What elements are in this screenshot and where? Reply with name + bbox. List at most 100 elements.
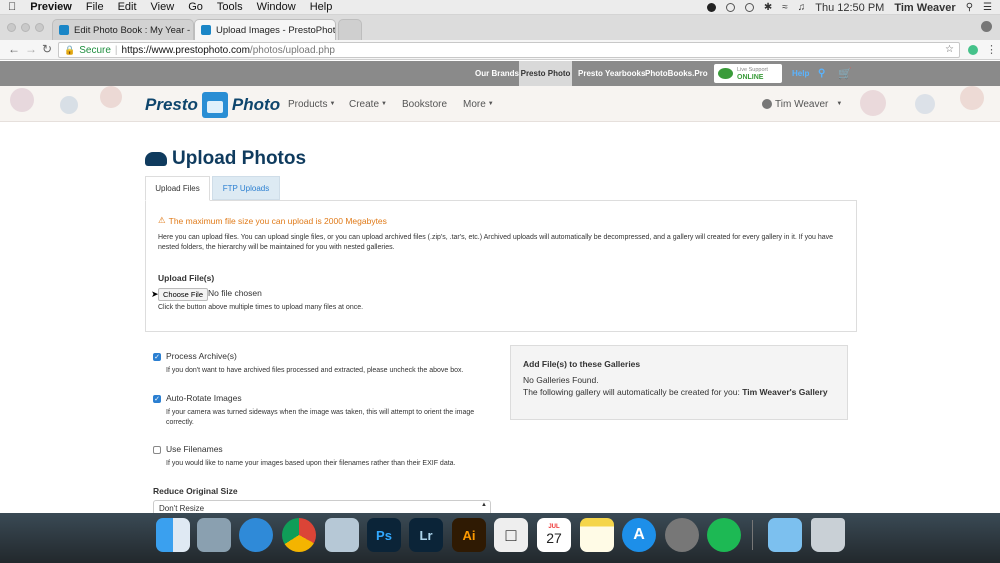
url-host: https://www.prestophoto.com xyxy=(121,44,250,56)
trash-icon[interactable] xyxy=(811,518,845,552)
tab-ftp-uploads-label: FTP Uploads xyxy=(222,183,270,193)
logo-text-right: Photo xyxy=(231,95,281,114)
bluetooth-icon[interactable]: ✱ xyxy=(764,2,772,13)
forward-icon[interactable]: → xyxy=(25,42,37,56)
new-tab-button[interactable] xyxy=(338,19,362,40)
menu-go[interactable]: Go xyxy=(188,1,203,13)
window-zoom-button[interactable] xyxy=(35,23,44,32)
profile-icon[interactable] xyxy=(981,21,992,32)
back-icon[interactable]: ← xyxy=(8,42,20,56)
use-filenames-label[interactable]: Use Filenames xyxy=(166,444,223,454)
calendar-day: 27 xyxy=(546,530,562,546)
prestophoto-logo[interactable]: Presto Photo xyxy=(145,91,280,119)
brand-presto-photo[interactable]: Presto Photo xyxy=(519,61,572,86)
url-separator: | xyxy=(114,44,118,56)
decor-firework xyxy=(915,94,935,114)
menu-window[interactable]: Window xyxy=(257,1,296,13)
browser-tab-edit-photo-book[interactable]: Edit Photo Book : My Year - Pr × xyxy=(52,19,194,40)
safari-icon[interactable] xyxy=(239,518,273,552)
browser-tab-strip: Edit Photo Book : My Year - Pr × Upload … xyxy=(0,15,1000,40)
decor-firework xyxy=(960,86,984,110)
tab-upload-files[interactable]: Upload Files xyxy=(145,176,210,201)
spotlight-search-icon[interactable]: ⚲ xyxy=(966,2,973,13)
process-archives-checkbox[interactable]: ✓ xyxy=(153,353,161,361)
live-support-label: Live Support xyxy=(737,66,768,73)
status-dot-icon[interactable] xyxy=(706,3,716,12)
use-filenames-hint: If you would like to name your images ba… xyxy=(166,460,456,467)
finder-icon[interactable] xyxy=(156,518,190,552)
reload-icon[interactable]: ↻ xyxy=(42,42,52,56)
calendar-icon[interactable]: JUL 27 xyxy=(537,518,571,552)
nav-create[interactable]: Create ▼ xyxy=(349,86,387,121)
nav-more[interactable]: More ▼ xyxy=(463,86,494,121)
notes-icon[interactable] xyxy=(580,518,614,552)
nav-bookstore[interactable]: Bookstore xyxy=(402,86,447,121)
gallery-auto-name: Tim Weaver's Gallery xyxy=(742,387,828,397)
menu-view[interactable]: View xyxy=(151,1,175,13)
illustrator-icon[interactable]: Ai xyxy=(452,518,486,552)
chat-bubble-icon xyxy=(718,68,733,79)
window-minimize-button[interactable] xyxy=(21,23,30,32)
dock-separator xyxy=(752,520,753,550)
extension-icon[interactable] xyxy=(968,45,978,55)
page-title-text: Upload Photos xyxy=(172,148,307,169)
live-support-badge[interactable]: Live Support ONLINE xyxy=(714,64,782,83)
system-preferences-icon[interactable] xyxy=(665,518,699,552)
notification-center-icon[interactable]: ☰ xyxy=(983,2,992,13)
process-archives-label[interactable]: Process Archive(s) xyxy=(166,351,237,361)
caret-down-icon: ▼ xyxy=(329,101,336,107)
menu-edit[interactable]: Edit xyxy=(118,1,137,13)
use-filenames-checkbox[interactable] xyxy=(153,446,161,454)
gallery-box-title: Add File(s) to these Galleries xyxy=(523,359,641,369)
menu-file[interactable]: File xyxy=(86,1,104,13)
reduce-size-value: Don't Resize xyxy=(159,504,205,513)
brand-presto-yearbooks[interactable]: Presto Yearbooks xyxy=(578,61,645,86)
browser-menu-icon[interactable]: ⋮ xyxy=(986,43,997,56)
auto-rotate-checkbox[interactable]: ✓ xyxy=(153,395,161,403)
brand-photobooks-pro[interactable]: PhotoBooks.Pro xyxy=(645,61,708,86)
menu-tools[interactable]: Tools xyxy=(217,1,243,13)
bookmark-star-icon[interactable]: ☆ xyxy=(945,44,954,55)
warning-icon: ⚠ xyxy=(158,215,166,225)
upload-hint: Click the button above multiple times to… xyxy=(158,304,364,311)
decor-firework xyxy=(100,86,122,108)
menubar-user[interactable]: Tim Weaver xyxy=(894,2,955,14)
nav-more-label: More xyxy=(463,98,486,110)
photoshop-icon[interactable]: Ps xyxy=(367,518,401,552)
menu-help[interactable]: Help xyxy=(310,1,333,13)
nav-products[interactable]: Products ▼ xyxy=(288,86,336,121)
address-bar[interactable]: 🔒 Secure | https://www.prestophoto.com /… xyxy=(58,42,960,58)
photoshop-label: Ps xyxy=(376,527,392,543)
lightroom-icon[interactable]: Lr xyxy=(409,518,443,552)
menubar-clock[interactable]: Thu 12:50 PM xyxy=(815,2,884,14)
downloads-folder-icon[interactable] xyxy=(768,518,802,552)
upload-files-label: Upload File(s) xyxy=(158,273,215,283)
screenium-icon[interactable]: □ xyxy=(494,518,528,552)
logo-box-icon xyxy=(201,92,228,118)
apple-icon[interactable]:  xyxy=(8,1,16,13)
timemachine-icon[interactable] xyxy=(744,3,754,12)
preview-app-icon[interactable] xyxy=(197,518,231,552)
wifi-icon[interactable]: ≈ xyxy=(782,2,788,13)
volume-icon[interactable]: ♫ xyxy=(798,2,806,13)
menu-app-name[interactable]: Preview xyxy=(30,1,72,13)
our-brands-label: Our Brands: xyxy=(475,69,522,78)
cart-icon[interactable]: 🛒 xyxy=(838,61,852,86)
mail-icon[interactable] xyxy=(325,518,359,552)
app-store-icon[interactable]: A xyxy=(622,518,656,552)
chrome-icon[interactable] xyxy=(282,518,316,552)
spotify-icon[interactable] xyxy=(707,518,741,552)
live-support-status: ONLINE xyxy=(737,73,764,81)
tab-ftp-uploads[interactable]: FTP Uploads xyxy=(212,176,280,200)
status-circle-icon[interactable] xyxy=(725,3,735,12)
reduce-size-select[interactable]: Don't Resize ▲ xyxy=(153,500,491,513)
cloud-upload-icon xyxy=(145,152,167,166)
browser-tab-upload-images[interactable]: Upload Images - PrestoPhoto × xyxy=(194,19,336,40)
search-icon[interactable]: ⚲ xyxy=(818,61,825,86)
choose-file-button[interactable]: Choose File xyxy=(158,288,209,301)
help-link[interactable]: Help xyxy=(792,61,809,86)
prestophoto-favicon xyxy=(201,25,211,35)
auto-rotate-label[interactable]: Auto-Rotate Images xyxy=(166,393,242,403)
window-close-button[interactable] xyxy=(7,23,16,32)
nav-user-menu[interactable]: Tim Weaver ▼ xyxy=(762,86,842,121)
